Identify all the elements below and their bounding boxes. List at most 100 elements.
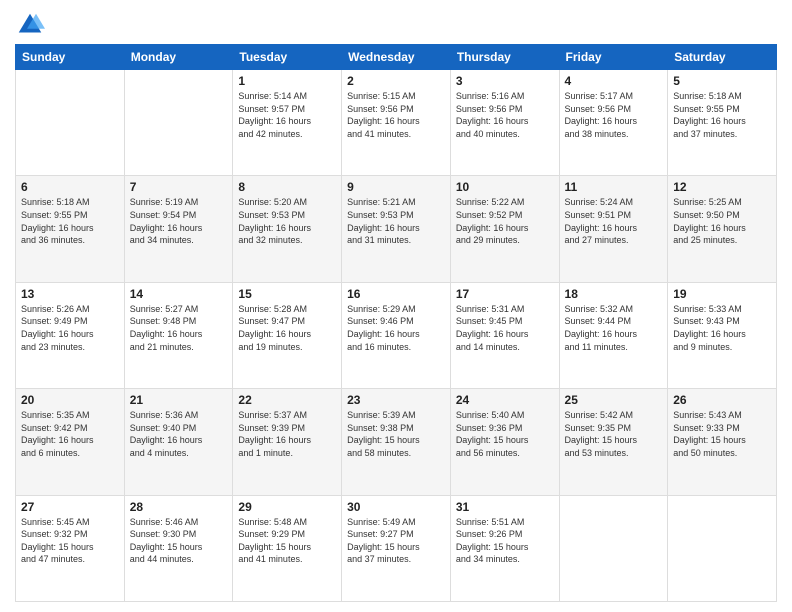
day-cell: 20 Sunrise: 5:35 AM Sunset: 9:42 PM Dayli… [16, 389, 125, 495]
day-cell: 31 Sunrise: 5:51 AM Sunset: 9:26 PM Dayli… [450, 495, 559, 601]
day-info: Sunrise: 5:48 AM Sunset: 9:29 PM Dayligh… [238, 516, 336, 566]
day-info: Sunrise: 5:43 AM Sunset: 9:33 PM Dayligh… [673, 409, 771, 459]
day-cell: 1 Sunrise: 5:14 AM Sunset: 9:57 PM Daylig… [233, 70, 342, 176]
calendar-header: SundayMondayTuesdayWednesdayThursdayFrid… [16, 45, 777, 70]
day-info: Sunrise: 5:36 AM Sunset: 9:40 PM Dayligh… [130, 409, 228, 459]
day-cell: 14 Sunrise: 5:27 AM Sunset: 9:48 PM Dayli… [124, 282, 233, 388]
day-number: 28 [130, 500, 228, 514]
logo-icon [15, 10, 45, 40]
header-row: SundayMondayTuesdayWednesdayThursdayFrid… [16, 45, 777, 70]
day-number: 10 [456, 180, 554, 194]
header-cell-wednesday: Wednesday [342, 45, 451, 70]
day-info: Sunrise: 5:29 AM Sunset: 9:46 PM Dayligh… [347, 303, 445, 353]
day-number: 7 [130, 180, 228, 194]
day-info: Sunrise: 5:49 AM Sunset: 9:27 PM Dayligh… [347, 516, 445, 566]
header-cell-friday: Friday [559, 45, 668, 70]
day-number: 16 [347, 287, 445, 301]
day-number: 22 [238, 393, 336, 407]
day-info: Sunrise: 5:40 AM Sunset: 9:36 PM Dayligh… [456, 409, 554, 459]
day-number: 12 [673, 180, 771, 194]
day-info: Sunrise: 5:19 AM Sunset: 9:54 PM Dayligh… [130, 196, 228, 246]
day-number: 30 [347, 500, 445, 514]
day-info: Sunrise: 5:26 AM Sunset: 9:49 PM Dayligh… [21, 303, 119, 353]
day-cell: 30 Sunrise: 5:49 AM Sunset: 9:27 PM Dayli… [342, 495, 451, 601]
day-info: Sunrise: 5:18 AM Sunset: 9:55 PM Dayligh… [673, 90, 771, 140]
day-number: 19 [673, 287, 771, 301]
day-info: Sunrise: 5:18 AM Sunset: 9:55 PM Dayligh… [21, 196, 119, 246]
day-info: Sunrise: 5:45 AM Sunset: 9:32 PM Dayligh… [21, 516, 119, 566]
day-cell: 7 Sunrise: 5:19 AM Sunset: 9:54 PM Daylig… [124, 176, 233, 282]
day-info: Sunrise: 5:27 AM Sunset: 9:48 PM Dayligh… [130, 303, 228, 353]
day-number: 5 [673, 74, 771, 88]
day-info: Sunrise: 5:31 AM Sunset: 9:45 PM Dayligh… [456, 303, 554, 353]
day-info: Sunrise: 5:28 AM Sunset: 9:47 PM Dayligh… [238, 303, 336, 353]
day-cell: 19 Sunrise: 5:33 AM Sunset: 9:43 PM Dayli… [668, 282, 777, 388]
day-cell: 8 Sunrise: 5:20 AM Sunset: 9:53 PM Daylig… [233, 176, 342, 282]
day-info: Sunrise: 5:39 AM Sunset: 9:38 PM Dayligh… [347, 409, 445, 459]
day-cell: 11Sunrise: 5:24 AM Sunset: 9:51 PM Dayli… [559, 176, 668, 282]
logo [15, 10, 49, 40]
header-cell-thursday: Thursday [450, 45, 559, 70]
day-info: Sunrise: 5:51 AM Sunset: 9:26 PM Dayligh… [456, 516, 554, 566]
day-info: Sunrise: 5:14 AM Sunset: 9:57 PM Dayligh… [238, 90, 336, 140]
day-cell: 23 Sunrise: 5:39 AM Sunset: 9:38 PM Dayli… [342, 389, 451, 495]
day-cell: 4Sunrise: 5:17 AM Sunset: 9:56 PM Daylig… [559, 70, 668, 176]
header-cell-monday: Monday [124, 45, 233, 70]
day-number: 2 [347, 74, 445, 88]
day-number: 17 [456, 287, 554, 301]
day-number: 23 [347, 393, 445, 407]
day-number: 15 [238, 287, 336, 301]
day-info: Sunrise: 5:35 AM Sunset: 9:42 PM Dayligh… [21, 409, 119, 459]
day-number: 21 [130, 393, 228, 407]
day-cell: 16 Sunrise: 5:29 AM Sunset: 9:46 PM Dayli… [342, 282, 451, 388]
day-number: 14 [130, 287, 228, 301]
day-cell: 28 Sunrise: 5:46 AM Sunset: 9:30 PM Dayli… [124, 495, 233, 601]
day-cell [559, 495, 668, 601]
calendar: SundayMondayTuesdayWednesdayThursdayFrid… [15, 44, 777, 602]
day-info: Sunrise: 5:22 AM Sunset: 9:52 PM Dayligh… [456, 196, 554, 246]
day-cell: 21 Sunrise: 5:36 AM Sunset: 9:40 PM Dayli… [124, 389, 233, 495]
day-info: Sunrise: 5:46 AM Sunset: 9:30 PM Dayligh… [130, 516, 228, 566]
day-number: 20 [21, 393, 119, 407]
day-number: 29 [238, 500, 336, 514]
week-row-3: 13Sunrise: 5:26 AM Sunset: 9:49 PM Dayli… [16, 282, 777, 388]
day-cell: 10 Sunrise: 5:22 AM Sunset: 9:52 PM Dayli… [450, 176, 559, 282]
day-number: 11 [565, 180, 663, 194]
day-number: 31 [456, 500, 554, 514]
header-cell-tuesday: Tuesday [233, 45, 342, 70]
day-number: 26 [673, 393, 771, 407]
day-cell: 5 Sunrise: 5:18 AM Sunset: 9:55 PM Daylig… [668, 70, 777, 176]
day-info: Sunrise: 5:17 AM Sunset: 9:56 PM Dayligh… [565, 90, 663, 140]
week-row-2: 6 Sunrise: 5:18 AM Sunset: 9:55 PM Daylig… [16, 176, 777, 282]
day-cell: 17 Sunrise: 5:31 AM Sunset: 9:45 PM Dayli… [450, 282, 559, 388]
week-row-5: 27 Sunrise: 5:45 AM Sunset: 9:32 PM Dayli… [16, 495, 777, 601]
day-info: Sunrise: 5:32 AM Sunset: 9:44 PM Dayligh… [565, 303, 663, 353]
page: SundayMondayTuesdayWednesdayThursdayFrid… [0, 0, 792, 612]
week-row-4: 20 Sunrise: 5:35 AM Sunset: 9:42 PM Dayli… [16, 389, 777, 495]
day-cell: 18Sunrise: 5:32 AM Sunset: 9:44 PM Dayli… [559, 282, 668, 388]
day-number: 3 [456, 74, 554, 88]
day-cell: 29 Sunrise: 5:48 AM Sunset: 9:29 PM Dayli… [233, 495, 342, 601]
day-number: 8 [238, 180, 336, 194]
day-info: Sunrise: 5:37 AM Sunset: 9:39 PM Dayligh… [238, 409, 336, 459]
day-info: Sunrise: 5:25 AM Sunset: 9:50 PM Dayligh… [673, 196, 771, 246]
day-number: 24 [456, 393, 554, 407]
day-info: Sunrise: 5:42 AM Sunset: 9:35 PM Dayligh… [565, 409, 663, 459]
day-number: 1 [238, 74, 336, 88]
day-number: 6 [21, 180, 119, 194]
day-cell: 9Sunrise: 5:21 AM Sunset: 9:53 PM Daylig… [342, 176, 451, 282]
day-number: 27 [21, 500, 119, 514]
day-cell [124, 70, 233, 176]
day-info: Sunrise: 5:21 AM Sunset: 9:53 PM Dayligh… [347, 196, 445, 246]
day-info: Sunrise: 5:33 AM Sunset: 9:43 PM Dayligh… [673, 303, 771, 353]
day-cell: 3 Sunrise: 5:16 AM Sunset: 9:56 PM Daylig… [450, 70, 559, 176]
day-info: Sunrise: 5:16 AM Sunset: 9:56 PM Dayligh… [456, 90, 554, 140]
day-cell: 22 Sunrise: 5:37 AM Sunset: 9:39 PM Dayli… [233, 389, 342, 495]
day-cell: 25Sunrise: 5:42 AM Sunset: 9:35 PM Dayli… [559, 389, 668, 495]
day-info: Sunrise: 5:20 AM Sunset: 9:53 PM Dayligh… [238, 196, 336, 246]
header-cell-saturday: Saturday [668, 45, 777, 70]
day-cell: 2Sunrise: 5:15 AM Sunset: 9:56 PM Daylig… [342, 70, 451, 176]
day-cell: 13Sunrise: 5:26 AM Sunset: 9:49 PM Dayli… [16, 282, 125, 388]
day-cell [16, 70, 125, 176]
day-cell: 26 Sunrise: 5:43 AM Sunset: 9:33 PM Dayli… [668, 389, 777, 495]
